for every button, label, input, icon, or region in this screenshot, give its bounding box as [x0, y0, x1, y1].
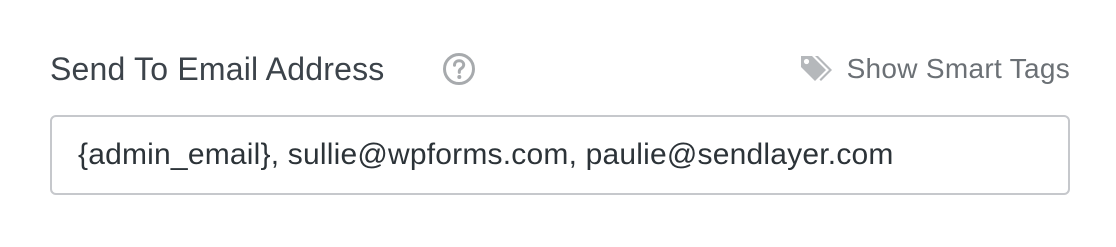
send-to-email-input[interactable] [50, 115, 1070, 195]
question-circle-icon[interactable] [442, 52, 476, 86]
send-to-email-field-header: Send To Email Address Show Smart Tags [50, 46, 1070, 92]
field-label: Send To Email Address [50, 51, 385, 87]
show-smart-tags-label: Show Smart Tags [846, 53, 1070, 84]
show-smart-tags-link[interactable]: Show Smart Tags [795, 50, 1070, 88]
tags-icon [795, 50, 833, 88]
